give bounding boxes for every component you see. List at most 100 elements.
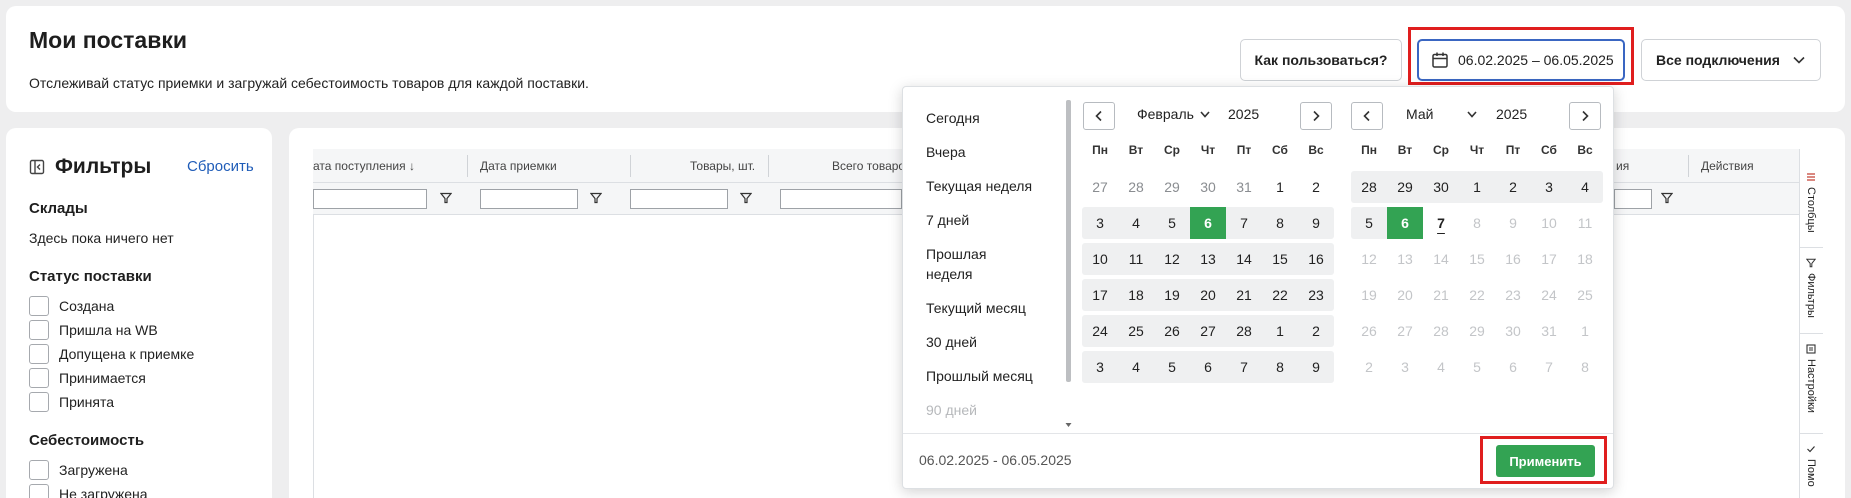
calendar-day[interactable]: 8: [1262, 351, 1298, 383]
apply-button[interactable]: Применить: [1496, 445, 1595, 477]
funnel-icon[interactable]: [1661, 192, 1673, 204]
column-header-goods-count[interactable]: Товары, шт.: [690, 159, 755, 173]
status-checkbox-created[interactable]: Создана: [29, 296, 114, 316]
calendar-day[interactable]: 18: [1118, 279, 1154, 311]
calendar-day[interactable]: 15: [1262, 243, 1298, 275]
side-tab-filters[interactable]: Фильтры: [1799, 258, 1823, 334]
checkbox[interactable]: [29, 460, 49, 480]
calendar-day[interactable]: 29: [1154, 171, 1190, 203]
calendar-day[interactable]: 9: [1298, 351, 1334, 383]
calendar-day[interactable]: 31: [1226, 171, 1262, 203]
checkbox[interactable]: [29, 368, 49, 388]
calendar-day[interactable]: 2: [1298, 315, 1334, 347]
calendar-day[interactable]: 30: [1423, 171, 1459, 203]
calendar-day[interactable]: 7: [1226, 207, 1262, 239]
checkbox[interactable]: [29, 320, 49, 340]
calendar-day[interactable]: 14: [1226, 243, 1262, 275]
funnel-icon[interactable]: [740, 192, 752, 204]
right-month-select[interactable]: Май: [1406, 106, 1478, 122]
checkbox[interactable]: [29, 484, 49, 498]
calendar-day[interactable]: 11: [1118, 243, 1154, 275]
filter-input-goods-count[interactable]: [630, 189, 728, 209]
calendar-day[interactable]: 16: [1298, 243, 1334, 275]
calendar-day[interactable]: 28: [1118, 171, 1154, 203]
column-header-total-goods[interactable]: Всего товаро: [832, 159, 905, 173]
cost-checkbox-not-loaded[interactable]: Не загружена: [29, 484, 148, 498]
how-to-use-button[interactable]: Как пользоваться?: [1240, 39, 1402, 81]
calendar-day[interactable]: 17: [1082, 279, 1118, 311]
preset-current-month[interactable]: Текущий месяц: [926, 298, 1026, 318]
preset-last-month[interactable]: Прошлый месяц: [926, 366, 1033, 386]
filter-input-partial[interactable]: [1614, 189, 1652, 209]
side-tab-columns[interactable]: Столбцы: [1799, 172, 1823, 248]
date-range-button[interactable]: 06.02.2025 – 06.05.2025: [1417, 39, 1625, 81]
calendar-day[interactable]: 19: [1154, 279, 1190, 311]
calendar-day[interactable]: 1: [1262, 171, 1298, 203]
status-checkbox-accepting[interactable]: Принимается: [29, 368, 146, 388]
calendar-day[interactable]: 5: [1154, 351, 1190, 383]
cost-checkbox-loaded[interactable]: Загружена: [29, 460, 128, 480]
calendar-day[interactable]: 4: [1118, 207, 1154, 239]
preset-7-days[interactable]: 7 дней: [926, 210, 969, 230]
reset-filters-link[interactable]: Сбросить: [187, 158, 254, 175]
calendar-day[interactable]: 30: [1190, 171, 1226, 203]
collapse-panel-icon[interactable]: [29, 159, 45, 175]
calendar-day[interactable]: 7: [1226, 351, 1262, 383]
calendar-day[interactable]: 25: [1118, 315, 1154, 347]
status-checkbox-arrived[interactable]: Пришла на WB: [29, 320, 158, 340]
connections-dropdown[interactable]: Все подключения: [1641, 39, 1821, 81]
filter-input-total-goods[interactable]: [780, 189, 902, 209]
side-tab-settings[interactable]: Настройки: [1799, 344, 1823, 434]
calendar-day[interactable]: 28: [1351, 171, 1387, 203]
preset-today[interactable]: Сегодня: [926, 108, 980, 128]
next-month-button-left[interactable]: [1300, 102, 1332, 130]
calendar-day[interactable]: 2: [1298, 171, 1334, 203]
calendar-day[interactable]: 3: [1531, 171, 1567, 203]
calendar-day-today[interactable]: 7: [1423, 207, 1459, 239]
preset-90-days[interactable]: 90 дней: [926, 400, 977, 420]
filter-input-acceptance-date[interactable]: [480, 189, 578, 209]
calendar-day[interactable]: 20: [1190, 279, 1226, 311]
left-month-select[interactable]: Февраль: [1137, 106, 1210, 122]
calendar-day[interactable]: 22: [1262, 279, 1298, 311]
calendar-day[interactable]: 26: [1154, 315, 1190, 347]
calendar-day[interactable]: 4: [1567, 171, 1603, 203]
scroll-down-icon[interactable]: [1065, 422, 1072, 428]
calendar-day[interactable]: 27: [1082, 171, 1118, 203]
calendar-day[interactable]: 1: [1459, 171, 1495, 203]
calendar-day[interactable]: 9: [1298, 207, 1334, 239]
filter-input-arrival-date[interactable]: [313, 189, 427, 209]
calendar-day[interactable]: 6: [1190, 351, 1226, 383]
prev-month-button[interactable]: [1083, 102, 1115, 130]
column-header-acceptance-date[interactable]: Дата приемки: [480, 159, 557, 173]
checkbox[interactable]: [29, 296, 49, 316]
calendar-day[interactable]: 8: [1262, 207, 1298, 239]
calendar-day[interactable]: 29: [1387, 171, 1423, 203]
preset-current-week[interactable]: Текущая неделя: [926, 176, 1032, 196]
calendar-day-range-end[interactable]: 6: [1387, 207, 1423, 239]
calendar-day[interactable]: 23: [1298, 279, 1334, 311]
calendar-day[interactable]: 3: [1082, 207, 1118, 239]
calendar-day-range-start[interactable]: 6: [1190, 207, 1226, 239]
calendar-day[interactable]: 28: [1226, 315, 1262, 347]
column-header-partial[interactable]: ия: [1616, 159, 1629, 173]
side-tab-help[interactable]: Помо: [1799, 444, 1823, 498]
prev-month-button-right[interactable]: [1351, 102, 1383, 130]
funnel-icon[interactable]: [590, 192, 602, 204]
status-checkbox-accepted[interactable]: Принята: [29, 392, 114, 412]
calendar-day[interactable]: 13: [1190, 243, 1226, 275]
presets-scrollbar-thumb[interactable]: [1066, 100, 1071, 382]
calendar-day[interactable]: 2: [1495, 171, 1531, 203]
calendar-day[interactable]: 12: [1154, 243, 1190, 275]
preset-30-days[interactable]: 30 дней: [926, 332, 977, 352]
calendar-day[interactable]: 5: [1351, 207, 1387, 239]
calendar-day[interactable]: 27: [1190, 315, 1226, 347]
calendar-day[interactable]: 3: [1082, 351, 1118, 383]
preset-yesterday[interactable]: Вчера: [926, 142, 966, 162]
calendar-day[interactable]: 5: [1154, 207, 1190, 239]
calendar-day[interactable]: 1: [1262, 315, 1298, 347]
checkbox[interactable]: [29, 392, 49, 412]
calendar-day[interactable]: 21: [1226, 279, 1262, 311]
next-month-button[interactable]: [1569, 102, 1601, 130]
calendar-day[interactable]: 4: [1118, 351, 1154, 383]
